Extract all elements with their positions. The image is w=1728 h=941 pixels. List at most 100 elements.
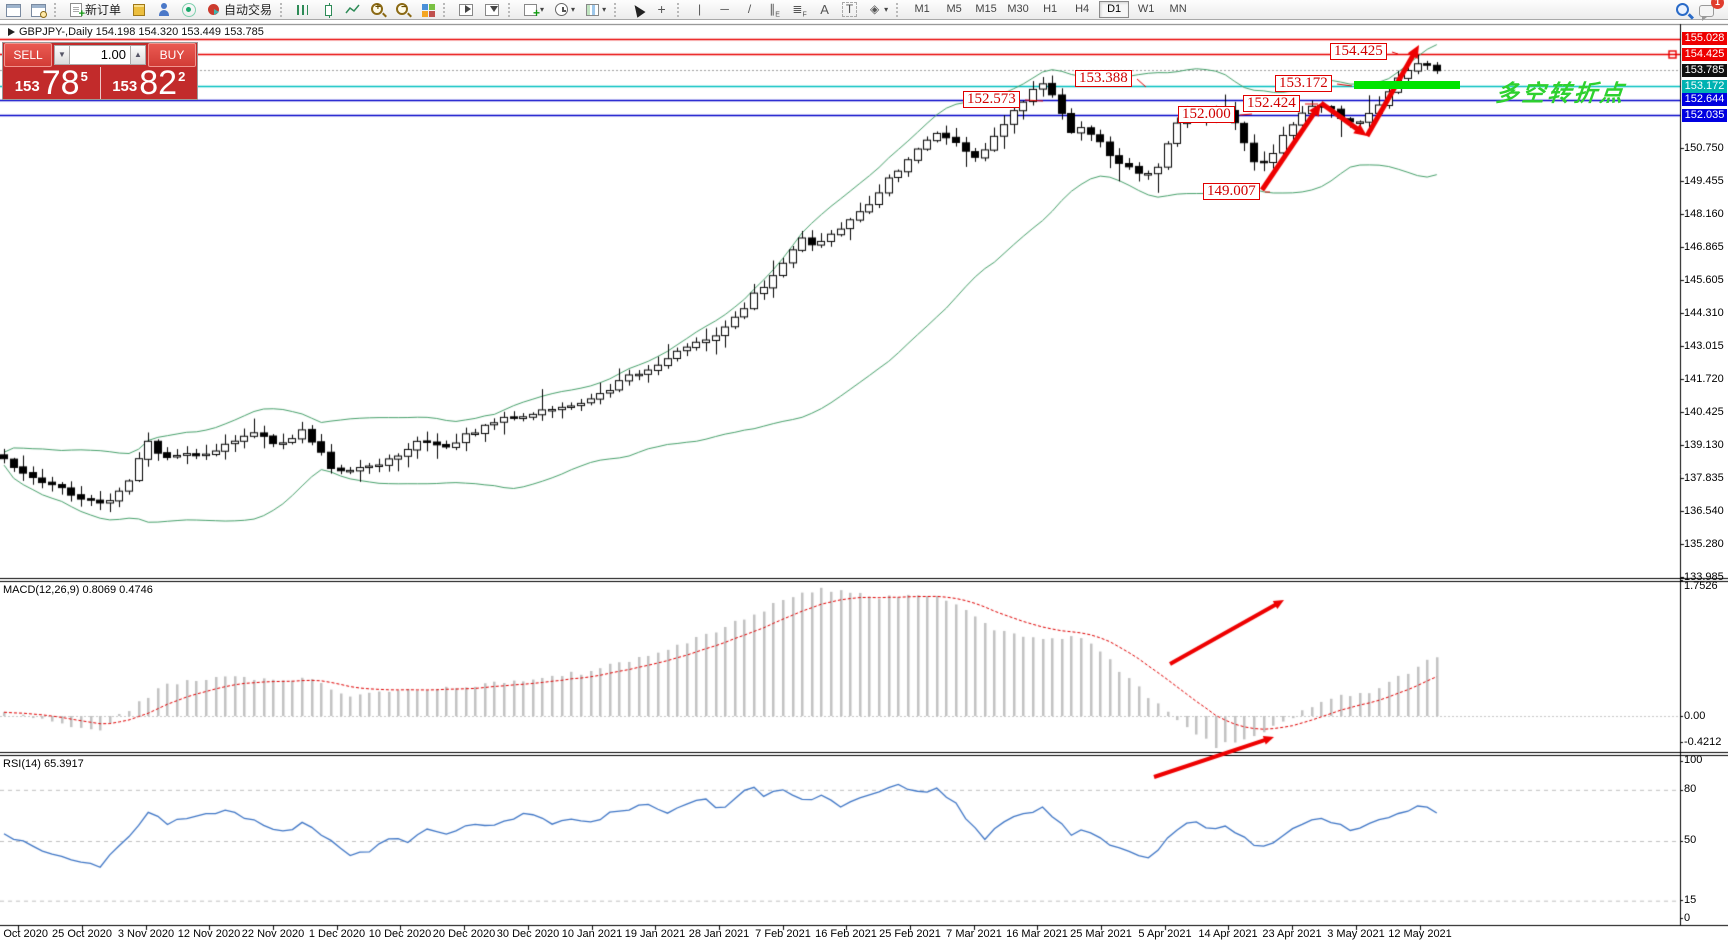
sell-price-main: 78 [42, 68, 80, 98]
price-tick-label: 135.280 [1684, 538, 1724, 550]
new-order-button[interactable]: 新订单 [65, 0, 125, 20]
date-label: 25 Oct 2020 [52, 928, 112, 940]
buy-price-main: 82 [139, 68, 177, 98]
hline-tool-button[interactable]: ─ [713, 0, 736, 20]
price-tick-label: 145.605 [1684, 274, 1724, 286]
price-tick-label: 143.015 [1684, 340, 1724, 352]
new-order-icon [70, 3, 82, 17]
zoom-out-button[interactable] [391, 0, 414, 20]
autotrading-label: 自动交易 [224, 1, 272, 18]
date-label: 14 Apr 2021 [1198, 928, 1257, 940]
autotrading-button[interactable]: 自动交易 [202, 0, 276, 20]
toolbar-grip [614, 3, 621, 17]
shapes-tool-button[interactable]: ◈▾ [863, 0, 892, 20]
chevron-down-icon: ▾ [571, 5, 575, 14]
periods-button[interactable]: ▾ [550, 0, 579, 20]
crosshair-button[interactable]: + [650, 0, 673, 20]
volume-input[interactable]: 1.00 [70, 45, 130, 65]
text-label-icon: T [842, 2, 857, 17]
notifications-button[interactable]: 1 [1695, 0, 1718, 20]
chart-canvas[interactable] [0, 0, 1728, 941]
trendline-tool-button[interactable]: / [738, 0, 761, 20]
tile-windows-button[interactable] [416, 0, 439, 20]
channel-tool-button[interactable]: ∥E [763, 0, 786, 20]
chart-window-icon [6, 4, 21, 17]
timeframe-m30[interactable]: M30 [1003, 1, 1033, 18]
timeframe-mn[interactable]: MN [1163, 1, 1193, 18]
chart-shift-button[interactable] [480, 0, 504, 20]
rsi-scale-label: 50 [1684, 834, 1696, 846]
label-tool-button[interactable]: T [838, 0, 861, 20]
price-tick-label: 146.865 [1684, 241, 1724, 253]
search-icon [1676, 3, 1689, 16]
sell-price-sup: 5 [81, 69, 88, 84]
volume-increase-button[interactable]: ▲ [130, 45, 146, 65]
date-label: 22 Nov 2020 [242, 928, 304, 940]
vline-tool-button[interactable]: | [688, 0, 711, 20]
price-level-label: 155.028 [1682, 32, 1727, 45]
data-window-button[interactable] [27, 0, 50, 20]
crosshair-icon: + [654, 2, 669, 17]
buy-price-prefix: 153 [112, 78, 137, 95]
buy-price-sup: 2 [178, 69, 185, 84]
candlestick-button[interactable] [316, 0, 339, 20]
price-level-label: 153.785 [1682, 64, 1727, 77]
green-highlight-bar [1354, 81, 1460, 89]
autotrading-icon [208, 4, 219, 15]
annotation-price-label: 149.007 [1203, 183, 1260, 200]
annotation-price-label: 152.424 [1243, 95, 1300, 112]
zoom-in-icon [371, 3, 383, 15]
add-indicator-button[interactable]: ▾ [519, 0, 548, 20]
price-tick-label: 133.985 [1684, 571, 1724, 583]
macd-scale-zero: 0.00 [1684, 710, 1705, 722]
signal-icon [181, 2, 196, 17]
timeframe-d1[interactable]: D1 [1099, 1, 1129, 18]
line-chart-button[interactable] [341, 0, 364, 20]
date-label: 23 Apr 2021 [1262, 928, 1321, 940]
toolbar-grip [896, 3, 903, 17]
sell-price[interactable]: 153 78 5 [3, 67, 101, 99]
zoom-in-button[interactable] [366, 0, 389, 20]
toolbar: 新订单 自动交易 ▾ ▾ ▾ + | ─ / ∥E ≣F A T ◈▾ [0, 0, 1728, 20]
templates-button[interactable]: ▾ [581, 0, 610, 20]
fibonacci-tool-button[interactable]: ≣F [788, 0, 811, 20]
price-tick-label: 144.310 [1684, 307, 1724, 319]
date-label: 7 Mar 2021 [946, 928, 1002, 940]
signals-button[interactable] [177, 0, 200, 20]
chevron-down-icon: ▾ [602, 5, 606, 14]
timeframe-m15[interactable]: M15 [971, 1, 1001, 18]
rsi-scale-label: 100 [1684, 754, 1702, 766]
date-label: 25 Mar 2021 [1070, 928, 1132, 940]
chart-window-button[interactable] [2, 0, 25, 20]
bar-chart-button[interactable] [291, 0, 314, 20]
search-button[interactable] [1672, 0, 1693, 20]
auto-scroll-button[interactable] [454, 0, 478, 20]
date-label: 16 Feb 2021 [815, 928, 877, 940]
metaeditor-button[interactable] [127, 0, 150, 20]
price-tick-label: 139.130 [1684, 439, 1724, 451]
timeframe-m1[interactable]: M1 [907, 1, 937, 18]
fibonacci-icon: ≣F [792, 2, 807, 17]
profile-icon [156, 2, 171, 17]
timeframe-h1[interactable]: H1 [1035, 1, 1065, 18]
timeframe-h4[interactable]: H4 [1067, 1, 1097, 18]
toolbar-grip [677, 3, 684, 17]
candlestick-icon [325, 5, 332, 16]
timeframe-m5[interactable]: M5 [939, 1, 969, 18]
annotation-price-label: 152.000 [1178, 106, 1235, 123]
bar-chart-icon [297, 5, 308, 15]
buy-price[interactable]: 153 82 2 [101, 67, 198, 99]
price-tick-label: 150.750 [1684, 142, 1724, 154]
rsi-label: RSI(14) 65.3917 [3, 758, 84, 770]
cursor-button[interactable] [625, 0, 648, 20]
profile-button[interactable] [152, 0, 175, 20]
volume-decrease-button[interactable]: ▼ [54, 45, 70, 65]
chart-title-row: GBPJPY-,Daily 154.198 154.320 153.449 15… [8, 26, 264, 38]
date-label: 28 Jan 2021 [689, 928, 750, 940]
vertical-line-icon: | [692, 2, 707, 17]
annotation-price-label: 153.388 [1075, 70, 1132, 87]
text-tool-button[interactable]: A [813, 0, 836, 20]
one-click-trade-panel: SELL ▼ 1.00 ▲ BUY 153 78 5 153 82 2 [2, 42, 198, 100]
toolbar-grip [54, 3, 61, 17]
timeframe-w1[interactable]: W1 [1131, 1, 1161, 18]
